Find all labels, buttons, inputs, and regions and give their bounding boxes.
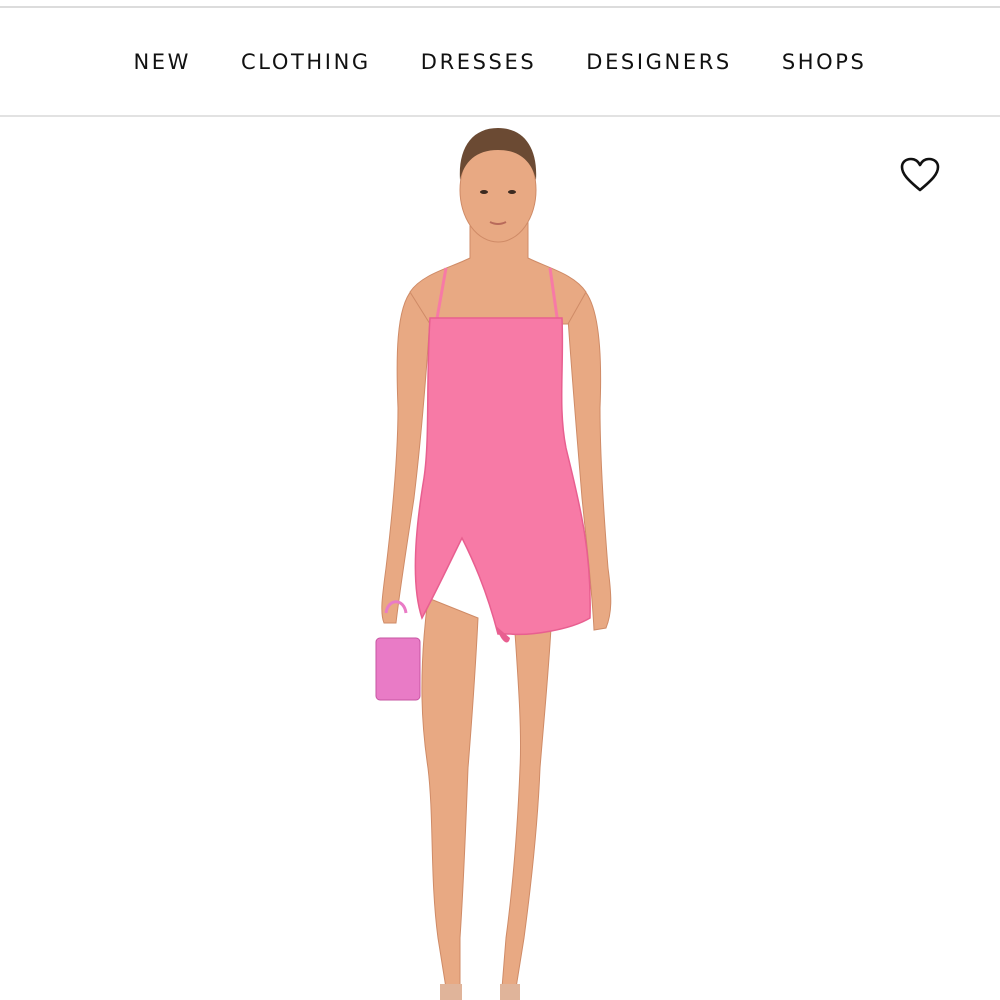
model-right-eye	[508, 190, 516, 194]
model-left-leg	[421, 597, 479, 989]
main-navigation: NEW CLOTHING DRESSES DESIGNERS SHOPS	[0, 8, 1000, 115]
wishlist-heart-icon[interactable]	[900, 157, 940, 193]
nav-item-new[interactable]: NEW	[134, 50, 192, 74]
product-page: NEW CLOTHING DRESSES DESIGNERS SHOPS	[0, 0, 1000, 1000]
pink-handbag	[375, 637, 421, 701]
nav-item-dresses[interactable]: DRESSES	[421, 50, 537, 74]
model-right-shoe	[500, 984, 520, 1000]
model-right-leg	[501, 607, 553, 989]
nav-item-designers[interactable]: DESIGNERS	[586, 50, 732, 74]
model-figure	[375, 128, 612, 1000]
nav-divider	[0, 115, 1000, 117]
model-left-shoe	[440, 984, 462, 1000]
nav-item-shops[interactable]: SHOPS	[782, 50, 867, 74]
pink-mini-dress	[414, 317, 591, 636]
model-left-eye	[480, 190, 488, 194]
product-image[interactable]	[300, 118, 700, 1000]
nav-item-clothing[interactable]: CLOTHING	[241, 50, 371, 74]
